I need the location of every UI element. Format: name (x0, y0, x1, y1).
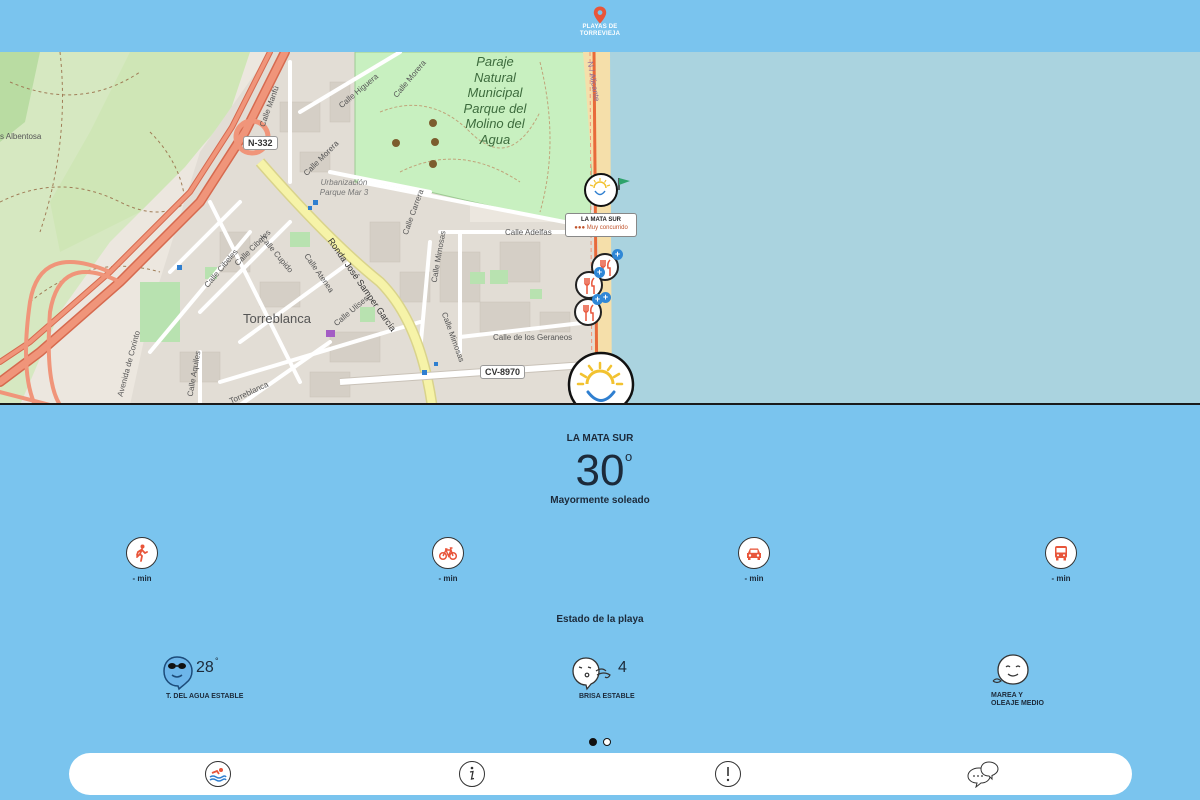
app-header: PLAYAS DE TORREVIEJA (0, 0, 1200, 52)
calm-face-icon (992, 654, 1029, 685)
nav-info[interactable] (458, 760, 486, 788)
water-temperature-unit: ° (215, 656, 219, 666)
water-temperature-label: T. DEL AGUA ESTABLE (166, 693, 244, 700)
street-label: s Albentosa (0, 132, 42, 141)
walk-icon (136, 544, 148, 562)
park-label: Paraje Natural Municipal Parque del Moli… (463, 54, 527, 147)
transport-walk-button[interactable] (126, 537, 158, 569)
weather-condition: Mayormente soleado (550, 495, 650, 506)
app-name: PLAYAS DE TORREVIEJA (579, 24, 621, 37)
beach-name: LA MATA SUR (566, 433, 634, 444)
selected-beach-marker[interactable] (566, 351, 636, 405)
urbanization-label: Urbanización Parque Mar 3 (319, 178, 369, 197)
app-logo[interactable]: PLAYAS DE TORREVIEJA (570, 6, 630, 46)
swimmer-icon (205, 761, 231, 787)
nav-chat[interactable] (967, 760, 1001, 788)
pagination-dot[interactable] (603, 738, 611, 746)
popup-crowd-status: ●●● Muy concurrido (574, 225, 628, 231)
transport-walk-time: - min (132, 574, 152, 583)
breeze-face-icon (572, 657, 611, 691)
green-flag-icon (618, 178, 630, 190)
transport-car-button[interactable] (738, 537, 770, 569)
road-tag-n332: N-332 (243, 136, 278, 150)
info-icon (459, 761, 485, 787)
restaurant-add-badge: + (600, 292, 611, 303)
water-temperature-value: 28 (196, 659, 214, 676)
bike-icon (439, 547, 457, 561)
car-icon (747, 548, 761, 560)
wind-stat: 4 BRISA ESTABLE (572, 655, 672, 705)
transport-car[interactable]: - min (734, 537, 774, 583)
alert-icon (715, 761, 741, 787)
water-temperature-stat: 28 ° T. DEL AGUA ESTABLE (162, 655, 262, 705)
beach-popup[interactable]: LA MATA SUR ●●● Muy concurrido (565, 213, 637, 237)
nav-beaches[interactable] (204, 760, 232, 788)
transport-bus[interactable]: - min (1041, 537, 1081, 583)
cool-face-icon (163, 656, 193, 691)
tide-label-line1: MAREA Y (991, 692, 1023, 699)
street-label: Calle de los Geraneos (493, 333, 573, 342)
chat-bubbles-icon (967, 761, 999, 788)
sun-smile-icon (589, 178, 611, 196)
location-pin-icon (593, 6, 607, 24)
popup-title: LA MATA SUR (581, 217, 621, 223)
air-temperature: 30 (575, 446, 625, 495)
wind-value: 4 (618, 659, 627, 676)
people-icon: ●●● (574, 225, 587, 231)
temperature-unit: o (625, 449, 633, 464)
restaurant-icon (583, 304, 594, 321)
transport-walk[interactable]: - min (122, 537, 162, 583)
beach-status-title: Estado de la playa (556, 614, 644, 625)
nav-alerts[interactable] (714, 760, 742, 788)
road-tag-cv8970: CV-8970 (480, 365, 526, 379)
restaurant-icon (584, 277, 595, 294)
tide-stat: MAREA Y OLEAJE MEDIO (988, 653, 1088, 713)
pagination-dot-active[interactable] (589, 738, 597, 746)
transport-bus-button[interactable] (1045, 537, 1077, 569)
bottom-nav-bar (69, 753, 1132, 795)
transport-bike[interactable]: - min (428, 537, 468, 583)
pagination-dots (588, 737, 614, 747)
beach-marker-la-mata-sur[interactable] (584, 173, 618, 207)
transport-bus-time: - min (1051, 574, 1071, 583)
restaurant-add-badge: + (612, 249, 623, 260)
bus-icon (1055, 546, 1067, 561)
tide-label-line2: OLEAJE MEDIO (991, 700, 1044, 707)
transport-car-time: - min (744, 574, 764, 583)
town-label: Torreblanca (243, 311, 311, 326)
transport-bike-button[interactable] (432, 537, 464, 569)
transport-bike-time: - min (438, 574, 458, 583)
restaurant-add-badge: + (594, 267, 605, 278)
street-label: Calle Adelfas (505, 228, 552, 237)
wind-label: BRISA ESTABLE (579, 693, 635, 700)
beach-map[interactable]: Paraje Natural Municipal Parque del Moli… (0, 52, 1200, 405)
